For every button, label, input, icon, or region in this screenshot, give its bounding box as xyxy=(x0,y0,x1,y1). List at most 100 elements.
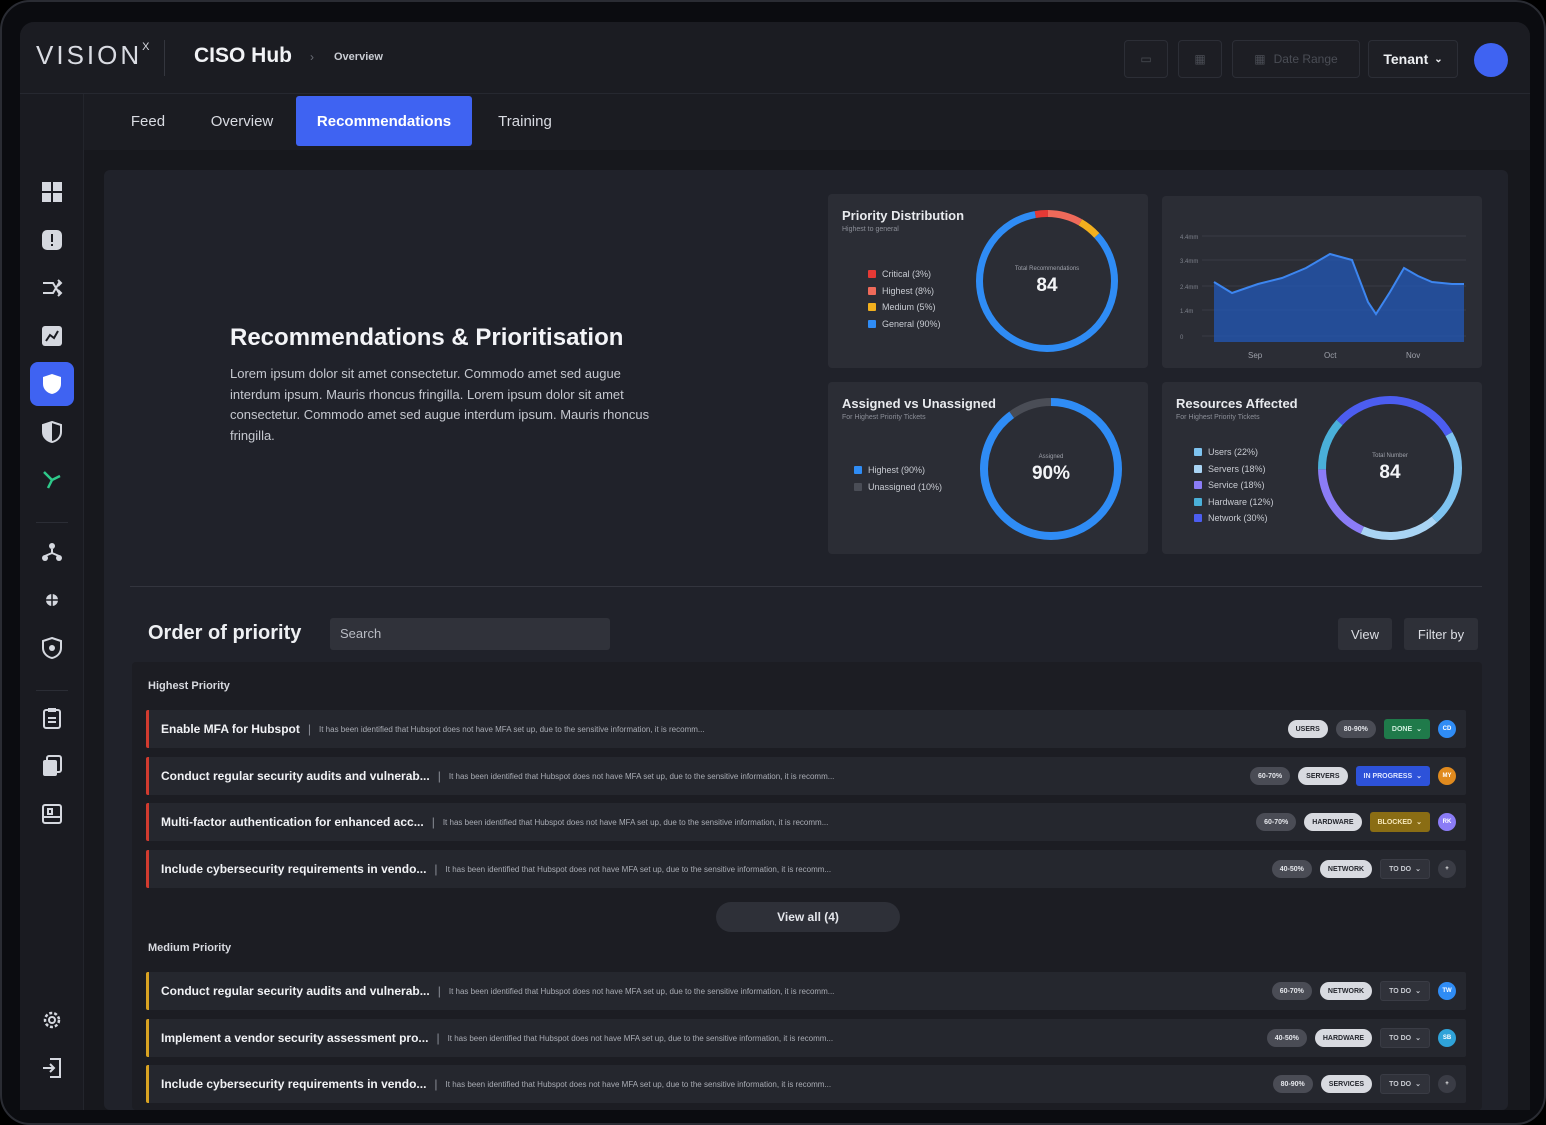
trend-chart-card[interactable]: 4.4mm 3.4mm 2.4mm 1.4m 0 Sep Oct Nov xyxy=(1162,196,1482,368)
logo[interactable]: VISIONX xyxy=(36,40,149,71)
alert-icon[interactable] xyxy=(30,218,74,262)
assignee-avatar[interactable]: SB xyxy=(1438,1029,1456,1047)
logout-icon[interactable] xyxy=(30,1046,74,1090)
assignee-avatar[interactable]: + xyxy=(1438,1075,1456,1093)
priority-distribution-card[interactable]: Priority Distribution Highest to general… xyxy=(828,194,1148,368)
tab-training[interactable]: Training xyxy=(480,96,570,146)
assignee-avatar[interactable]: RK xyxy=(1438,813,1456,831)
status-label: TO DO xyxy=(1389,1080,1412,1088)
documents-icon[interactable] xyxy=(30,744,74,788)
y-tick-label: 3.4mm xyxy=(1180,259,1198,265)
donut-value: 90% xyxy=(1031,463,1071,484)
legend-label: Network (30%) xyxy=(1208,513,1268,524)
app-window: VISIONX CISO Hub › Overview ▭ ▦ ▦ Date Ra… xyxy=(20,22,1530,1110)
chat-button[interactable]: ▭ xyxy=(1124,40,1168,78)
calendar-icon: ▦ xyxy=(1254,52,1266,66)
view-all-button[interactable]: View all (4) xyxy=(716,902,900,932)
y-tick-label: 4.4mm xyxy=(1180,235,1198,241)
settings-icon[interactable] xyxy=(30,998,74,1042)
tag-chip: 60-70% xyxy=(1250,767,1291,785)
row-tags: 60-70% NETWORK TO DO ⌄ TW xyxy=(1271,981,1456,1001)
shuffle-icon[interactable] xyxy=(30,266,74,310)
clipboard-icon[interactable] xyxy=(30,696,74,740)
divider xyxy=(164,40,165,76)
recommendation-row[interactable]: Multi-factor authentication for enhanced… xyxy=(146,803,1466,841)
status-label: TO DO xyxy=(1389,1034,1412,1042)
legend: Highest (90%) Unassigned (10%) xyxy=(854,462,942,495)
view-button[interactable]: View xyxy=(1338,618,1392,650)
lock-shield-icon[interactable] xyxy=(30,626,74,670)
legend-item: Hardware (12%) xyxy=(1194,494,1274,511)
search-input[interactable]: Search xyxy=(330,618,610,650)
tab-overview[interactable]: Overview xyxy=(194,96,290,146)
scan-icon[interactable] xyxy=(30,792,74,836)
assignee-avatar[interactable]: + xyxy=(1438,860,1456,878)
layout-button[interactable]: ▦ xyxy=(1178,40,1222,78)
breadcrumb[interactable]: Overview xyxy=(334,51,383,63)
half-shield-icon[interactable] xyxy=(30,410,74,454)
tab-recommendations[interactable]: Recommendations xyxy=(296,96,472,146)
status-label: TO DO xyxy=(1389,865,1412,873)
assignee-avatar[interactable]: MY xyxy=(1438,767,1456,785)
status-dropdown[interactable]: TO DO ⌄ xyxy=(1380,1074,1430,1094)
row-description: It has been identified that Hubspot does… xyxy=(448,771,835,781)
date-range-button[interactable]: ▦ Date Range xyxy=(1232,40,1360,78)
assignee-avatar[interactable]: TW xyxy=(1438,982,1456,1000)
recommendation-row[interactable]: Include cybersecurity requirements in ve… xyxy=(146,850,1466,888)
legend-swatch xyxy=(1194,464,1202,473)
resources-card[interactable]: Resources Affected For Highest Priority … xyxy=(1162,382,1482,554)
filter-button[interactable]: Filter by xyxy=(1404,618,1478,650)
tag-chip: 40-50% xyxy=(1271,860,1312,878)
layout-icon: ▦ xyxy=(1194,52,1206,66)
chevron-down-icon: ⌄ xyxy=(1415,988,1421,995)
row-title: Multi-factor authentication for enhanced… xyxy=(161,815,424,829)
row-tags: 60-70% HARDWARE BLOCKED ⌄ RK xyxy=(1256,812,1456,832)
status-dropdown[interactable]: DONE ⌄ xyxy=(1383,719,1430,739)
status-dropdown[interactable]: IN PROGRESS ⌄ xyxy=(1355,766,1430,786)
row-separator: | xyxy=(434,1077,438,1091)
tab-bar: Feed Overview Recommendations Training xyxy=(84,94,1530,150)
card-subtitle: For Highest Priority Tickets xyxy=(842,414,926,421)
row-separator: | xyxy=(307,722,312,736)
hierarchy-icon[interactable] xyxy=(30,530,74,574)
donut-value: 84 xyxy=(1379,462,1401,483)
x-tick-label: Sep xyxy=(1248,351,1263,360)
assignee-avatar[interactable]: CD xyxy=(1438,720,1456,738)
legend-swatch xyxy=(1194,481,1202,490)
legend-swatch xyxy=(868,303,876,312)
recommendation-row[interactable]: Conduct regular security audits and vuln… xyxy=(146,972,1466,1010)
recommendation-row[interactable]: Enable MFA for Hubspot | It has been ident… xyxy=(146,710,1466,748)
legend-label: Highest (90%) xyxy=(868,465,926,476)
y-tick-label: 2.4mm xyxy=(1180,285,1198,291)
recommendation-row[interactable]: Conduct regular security audits and vuln… xyxy=(146,757,1466,795)
hub-title: CISO Hub xyxy=(194,44,292,67)
row-separator: | xyxy=(436,1031,440,1045)
bug-icon[interactable] xyxy=(30,578,74,622)
status-dropdown[interactable]: TO DO ⌄ xyxy=(1380,859,1430,879)
assigned-card[interactable]: Assigned vs Unassigned For Highest Prior… xyxy=(828,382,1148,554)
top-bar: VISIONX CISO Hub › Overview ▭ ▦ ▦ Date Ra… xyxy=(20,22,1530,94)
donut-label: Assigned xyxy=(1038,454,1064,460)
legend-swatch xyxy=(868,270,876,279)
dashboard-icon[interactable] xyxy=(30,170,74,214)
legend-item: Unassigned (10%) xyxy=(854,479,942,496)
status-dropdown[interactable]: TO DO ⌄ xyxy=(1380,1028,1430,1048)
recommendation-row[interactable]: Implement a vendor security assessment p… xyxy=(146,1019,1466,1057)
tag-chip: 40-50% xyxy=(1266,1029,1307,1047)
page-title: Recommendations & Prioritisation xyxy=(230,324,624,351)
user-avatar[interactable] xyxy=(1474,43,1508,77)
tenant-select[interactable]: Tenant ⌄ xyxy=(1368,40,1458,78)
row-description: It has been identified that Hubspot does… xyxy=(445,864,832,874)
status-label: DONE xyxy=(1391,725,1413,733)
report-icon[interactable] xyxy=(30,314,74,358)
recommendation-row[interactable]: Include cybersecurity requirements in ve… xyxy=(146,1065,1466,1103)
tab-feed[interactable]: Feed xyxy=(114,96,182,146)
route-icon[interactable] xyxy=(30,458,74,502)
shield-icon[interactable] xyxy=(30,362,74,406)
legend-item: Users (22%) xyxy=(1194,444,1274,461)
status-dropdown[interactable]: BLOCKED ⌄ xyxy=(1369,812,1430,832)
status-dropdown[interactable]: TO DO ⌄ xyxy=(1380,981,1430,1001)
status-label: BLOCKED xyxy=(1377,818,1413,826)
sidebar-divider xyxy=(36,690,68,691)
row-title: Conduct regular security audits and vuln… xyxy=(161,769,430,783)
